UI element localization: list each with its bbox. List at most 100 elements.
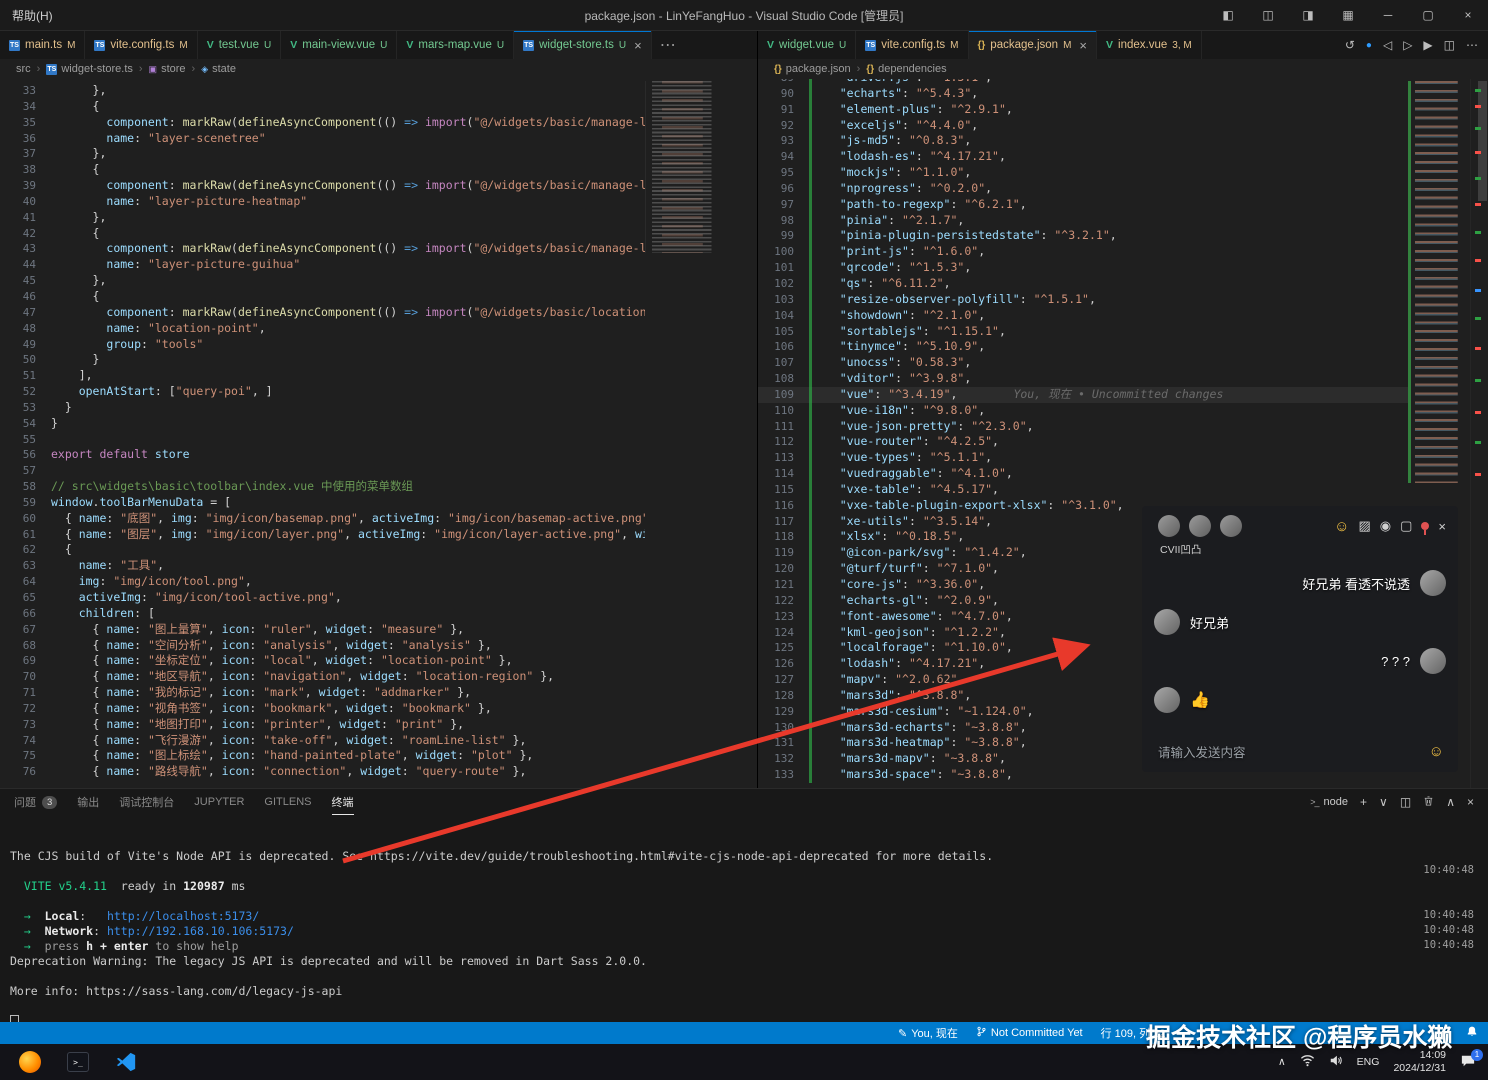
input-language[interactable]: ENG	[1357, 1056, 1380, 1068]
breadcrumb-item-store[interactable]: ▣store	[149, 63, 186, 75]
code-line: 33 },	[0, 83, 645, 99]
tab-widget-store.ts[interactable]: TSwidget-store.tsU×	[514, 31, 652, 59]
vscode-app-icon[interactable]	[114, 1050, 138, 1074]
notification-center-icon[interactable]: 1	[1460, 1054, 1476, 1071]
code-line: 111 "vue-json-pretty": "^2.3.0",	[758, 419, 1408, 435]
open-changes-icon[interactable]: ●	[1366, 40, 1372, 51]
tab-vite.config.ts[interactable]: TSvite.config.tsM	[85, 31, 197, 59]
minimize-button[interactable]: ─	[1368, 0, 1408, 30]
vue-file-icon: V	[290, 39, 297, 51]
line-number: 33	[0, 83, 51, 99]
chat-input-emoji-icon[interactable]: ☺	[1429, 743, 1444, 760]
terminal[interactable]: The CJS build of Vite's Node API is depr…	[0, 815, 1488, 1029]
breadcrumb-item-package.json[interactable]: {}package.json	[774, 63, 851, 75]
panel-tab-GITLENS[interactable]: GITLENS	[264, 789, 311, 815]
line-number: 50	[0, 352, 51, 368]
split-editor-icon[interactable]: ◫	[1444, 38, 1455, 52]
volume-icon[interactable]	[1329, 1054, 1343, 1070]
more-actions-icon[interactable]: ⋯	[1466, 38, 1478, 52]
line-number: 53	[0, 400, 51, 416]
toggle-secondary-sidebar-icon[interactable]: ◨	[1288, 0, 1328, 30]
panel-tab-终端[interactable]: 终端	[332, 789, 354, 815]
panel-tab-问题[interactable]: 问题3	[14, 789, 57, 815]
panel-tab-调试控制台[interactable]: 调试控制台	[119, 789, 174, 815]
breadcrumb-item-src[interactable]: src	[16, 63, 31, 75]
tab-main.ts[interactable]: TSmain.tsM	[0, 31, 85, 59]
chat-close-icon[interactable]: ×	[1438, 519, 1446, 534]
nav-back-icon[interactable]: ◁	[1383, 38, 1392, 52]
statusbar-blame[interactable]: ✎ You, 现在	[898, 1025, 958, 1041]
code-line: 39 component: markRaw(defineAsyncCompone…	[0, 178, 645, 194]
minimap-left[interactable]	[645, 79, 731, 789]
tray-expand-icon[interactable]: ∧	[1278, 1056, 1286, 1068]
new-terminal-icon[interactable]: +	[1360, 795, 1367, 809]
tab-label: main.ts	[25, 39, 62, 51]
chat-input[interactable]: 请输入发送内容 ☺	[1158, 742, 1444, 761]
toggle-panel-icon[interactable]: ◫	[1248, 0, 1288, 30]
code-line: 65 activeImg: "img/icon/tool-active.png"…	[0, 590, 645, 606]
split-terminal-icon[interactable]: ◫	[1400, 795, 1411, 809]
tab-overflow-icon[interactable]: ⋯	[652, 31, 684, 59]
editor-left[interactable]: 33 },34 {35 component: markRaw(defineAsy…	[0, 79, 757, 789]
tab-index.vue[interactable]: Vindex.vue3, M	[1097, 31, 1202, 59]
avatar[interactable]	[1220, 515, 1242, 537]
tab-package.json[interactable]: {}package.jsonM×	[969, 31, 1098, 59]
code-line: 112 "vue-router": "^4.2.5",	[758, 434, 1408, 450]
line-number: 72	[0, 701, 51, 717]
panel-tab-输出[interactable]: 输出	[77, 789, 99, 815]
contact-icon[interactable]: ◉	[1380, 518, 1391, 534]
panel-tab-JUPYTER[interactable]: JUPYTER	[194, 789, 244, 815]
maximize-button[interactable]: ▢	[1408, 0, 1448, 30]
pin-icon[interactable]	[1421, 522, 1429, 530]
line-number: 107	[758, 355, 809, 371]
code-line: 110 "vue-i18n": "^9.8.0",	[758, 403, 1408, 419]
breadcrumb-item-state[interactable]: ◈state	[201, 63, 236, 75]
tab-mars-map.vue[interactable]: Vmars-map.vueU	[397, 31, 514, 59]
browser-app-icon[interactable]	[18, 1050, 42, 1074]
ts-file-icon: TS	[46, 64, 57, 75]
code-line: 61 { name: "图层", img: "img/icon/layer.pn…	[0, 527, 645, 543]
maximize-panel-icon[interactable]: ∧	[1446, 795, 1455, 809]
breadcrumb-item-widget-store.ts[interactable]: TSwidget-store.ts	[46, 63, 133, 75]
avatar[interactable]	[1158, 515, 1180, 537]
tab-close-icon[interactable]: ×	[1079, 39, 1087, 52]
box-icon[interactable]: ▢	[1400, 518, 1412, 534]
avatar[interactable]	[1189, 515, 1211, 537]
notifications-bell-icon[interactable]	[1466, 1025, 1478, 1041]
close-button[interactable]: ×	[1448, 0, 1488, 30]
wifi-icon[interactable]	[1300, 1054, 1315, 1070]
kill-terminal-icon[interactable]	[1423, 795, 1434, 810]
code-line: 74 { name: "飞行漫游", icon: "take-off", wid…	[0, 733, 645, 749]
toggle-sidebar-icon[interactable]: ◧	[1208, 0, 1248, 30]
code-text: "exceljs": "^4.4.0",	[812, 118, 978, 134]
terminal-app-icon[interactable]: >_	[66, 1050, 90, 1074]
terminal-dropdown-icon[interactable]: ∨	[1379, 795, 1388, 809]
statusbar-commit[interactable]: Not Committed Yet	[976, 1025, 1083, 1041]
code-line: 114 "vuedraggable": "^4.1.0",	[758, 466, 1408, 482]
overview-ruler[interactable]	[1470, 79, 1488, 789]
run-icon[interactable]: ▶	[1423, 38, 1432, 52]
tab-widget.vue[interactable]: Vwidget.vueU	[758, 31, 856, 59]
ruler-mark	[1475, 231, 1481, 234]
code-text: name: "layer-picture-heatmap"	[51, 194, 307, 210]
image-icon[interactable]: ▨	[1358, 518, 1370, 534]
code-text: "mars3d-mapv": "~3.8.8",	[812, 751, 1006, 767]
close-panel-icon[interactable]: ×	[1467, 795, 1474, 809]
tab-test.vue[interactable]: Vtest.vueU	[198, 31, 282, 59]
emoji-picker-icon[interactable]: ☺	[1334, 518, 1349, 535]
tab-vite.config.ts[interactable]: TSvite.config.tsM	[856, 31, 968, 59]
code-text: "pinia": "^2.1.7",	[812, 213, 964, 229]
line-number: 132	[758, 751, 809, 767]
menu-help[interactable]: 帮助(H)	[0, 7, 65, 24]
tab-git-badge: U	[497, 40, 504, 51]
customize-layout-icon[interactable]: ▦	[1328, 0, 1368, 30]
history-icon[interactable]: ↺	[1345, 38, 1355, 52]
nav-forward-icon[interactable]: ▷	[1403, 38, 1412, 52]
breadcrumb-item-dependencies[interactable]: {}dependencies	[866, 63, 946, 75]
terminal-profile[interactable]: >_node	[1310, 796, 1348, 808]
code-text: component: markRaw(defineAsyncComponent(…	[51, 305, 645, 321]
tab-close-icon[interactable]: ×	[634, 39, 642, 52]
tab-main-view.vue[interactable]: Vmain-view.vueU	[281, 31, 397, 59]
scrollbar-slider[interactable]	[1478, 81, 1487, 201]
line-number: 104	[758, 308, 809, 324]
